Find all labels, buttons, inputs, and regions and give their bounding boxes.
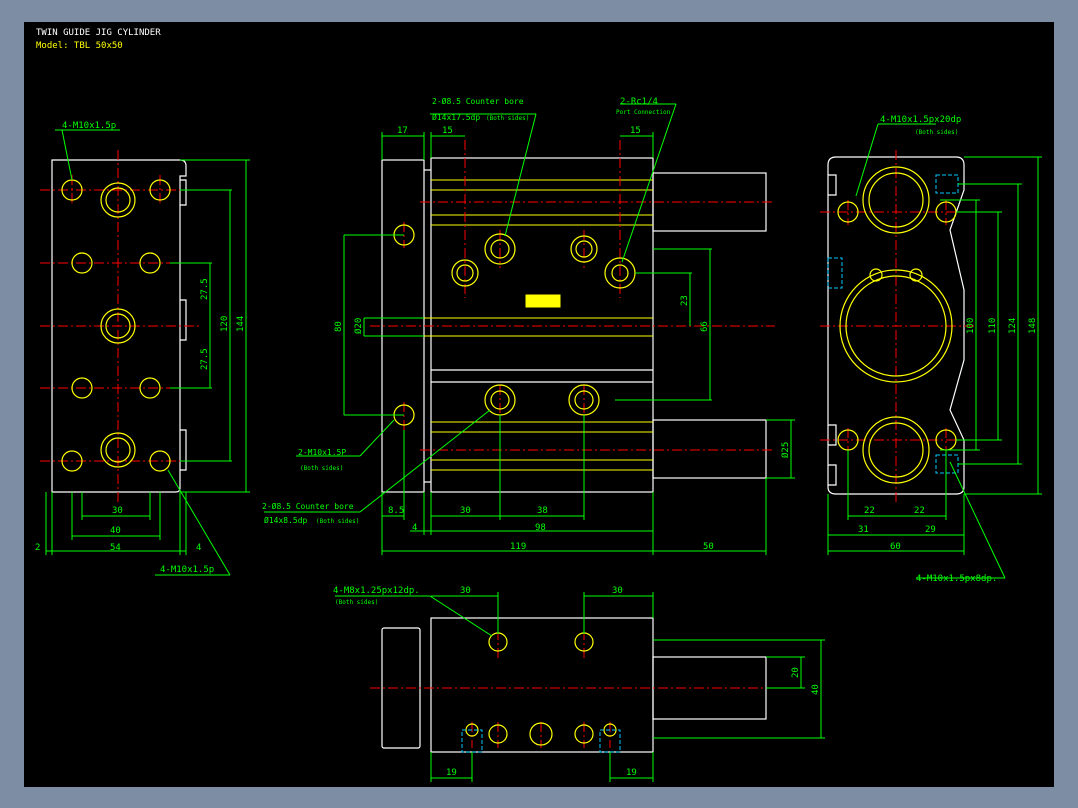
left-callout-bottom: 4-M10x1.5p <box>160 565 214 575</box>
left-callout-top: 4-M10x1.5p <box>62 121 116 131</box>
drawing-title: TWIN GUIDE JIG CYLINDER <box>36 28 161 38</box>
front-callout-cb1-a: 2-Ø8.5 Counter bore <box>432 96 524 106</box>
left-view-dimlines <box>45 129 250 576</box>
right-view-dimlines <box>827 123 1042 579</box>
front-dim-17: 17 <box>397 126 408 136</box>
front-callout-cb1-b: Ø14x17.5dp <box>432 112 480 122</box>
bottom-dim-20: 20 <box>791 667 801 678</box>
front-callout-cb2-a: 2-Ø8.5 Counter bore <box>262 501 354 511</box>
drawing-model: Model: TBL 50x50 <box>36 41 123 51</box>
right-dim-148: 148 <box>1028 318 1038 334</box>
front-dim-dia25: Ø25 <box>780 442 791 458</box>
right-dim-22-b: 22 <box>914 506 925 516</box>
left-dim-30: 30 <box>112 506 123 516</box>
right-dim-60: 60 <box>890 542 901 552</box>
front-dim-119: 119 <box>510 542 526 552</box>
front-callout-port-b: Port Connection <box>616 109 671 116</box>
front-dim-8-5: 8.5 <box>388 506 404 516</box>
left-dim-144: 144 <box>236 316 246 332</box>
right-dim-22-a: 22 <box>864 506 875 516</box>
right-view-holes <box>837 166 957 484</box>
front-callout-m10-a: 2-M10x1.5P <box>298 448 346 457</box>
bottom-dim-30-b: 30 <box>612 586 623 596</box>
front-callout-port-a: 2-Rc1/4 <box>620 97 658 107</box>
front-dim-dia20: Ø20 <box>353 318 364 334</box>
bottom-dimlines <box>335 592 825 782</box>
left-dim-27-5-a: 27.5 <box>200 278 210 300</box>
front-feature-lines <box>424 179 653 471</box>
cad-viewport[interactable]: TWIN GUIDE JIG CYLINDER Model: TBL 50x50 <box>24 22 1054 787</box>
left-dim-120: 120 <box>220 316 230 332</box>
left-view-centerlines <box>40 150 200 505</box>
front-dim-50: 50 <box>703 542 714 552</box>
front-callout-cb2-c: (Both sides) <box>316 518 359 525</box>
right-callout-top-b: (Both sides) <box>915 129 958 136</box>
left-dim-4: 4 <box>196 543 201 553</box>
left-dim-27-5-b: 27.5 <box>200 348 210 370</box>
right-dim-110: 110 <box>988 318 998 334</box>
bottom-dim-40: 40 <box>811 684 821 695</box>
bottom-view: 4-M8x1.25px12dp. (Both sides) 30 30 20 4… <box>333 586 825 782</box>
front-dim-38: 38 <box>537 506 548 516</box>
left-dim-40: 40 <box>110 526 121 536</box>
front-callout-cb1-c: (Both sides) <box>486 115 529 122</box>
left-dim-54: 54 <box>110 543 121 553</box>
front-dim-15-a: 15 <box>442 126 453 136</box>
bottom-callout-m8-a: 4-M8x1.25px12dp. <box>333 586 420 596</box>
bottom-dim-19-b: 19 <box>626 768 637 778</box>
left-view: 4-M10x1.5p 27.5 27.5 120 144 30 40 2 54 … <box>35 121 250 576</box>
front-dim-98: 98 <box>535 523 546 533</box>
right-view-slots <box>828 174 837 486</box>
front-dim-30: 30 <box>460 506 471 516</box>
left-view-slots <box>180 179 187 471</box>
left-dim-2: 2 <box>35 543 40 553</box>
front-guide-rod-bottom <box>652 419 767 479</box>
right-dim-29: 29 <box>925 525 936 535</box>
front-dim-4: 4 <box>412 523 417 533</box>
front-holes <box>393 224 636 426</box>
front-dim-80: 80 <box>334 321 344 332</box>
right-callout-bottom: 4-M10x1.5px8dp. <box>916 574 997 584</box>
right-dim-124: 124 <box>1008 318 1018 334</box>
drawing-canvas: TWIN GUIDE JIG CYLINDER Model: TBL 50x50 <box>35 28 1042 782</box>
front-dim-15-b: 15 <box>630 126 641 136</box>
bottom-dim-30-a: 30 <box>460 586 471 596</box>
front-dim-66: 66 <box>700 321 710 332</box>
bottom-callout-m8-b: (Both sides) <box>335 599 378 606</box>
bottom-dim-19-a: 19 <box>446 768 457 778</box>
front-callout-m10-b: (Both sides) <box>300 465 343 472</box>
right-callout-top-a: 4-M10x1.5px20dp <box>880 115 961 125</box>
front-dim-23: 23 <box>680 295 690 306</box>
title-block: TWIN GUIDE JIG CYLINDER Model: TBL 50x50 <box>36 28 161 51</box>
front-callout-cb2-b: Ø14x8.5dp <box>264 515 308 525</box>
right-dim-31: 31 <box>858 525 869 535</box>
right-view: 4-M10x1.5px20dp (Both sides) 100 110 124… <box>820 115 1042 584</box>
front-view: 17 15 15 2-Ø8.5 Counter bore Ø14x17.5dp … <box>262 96 795 555</box>
right-dim-100: 100 <box>966 318 976 334</box>
